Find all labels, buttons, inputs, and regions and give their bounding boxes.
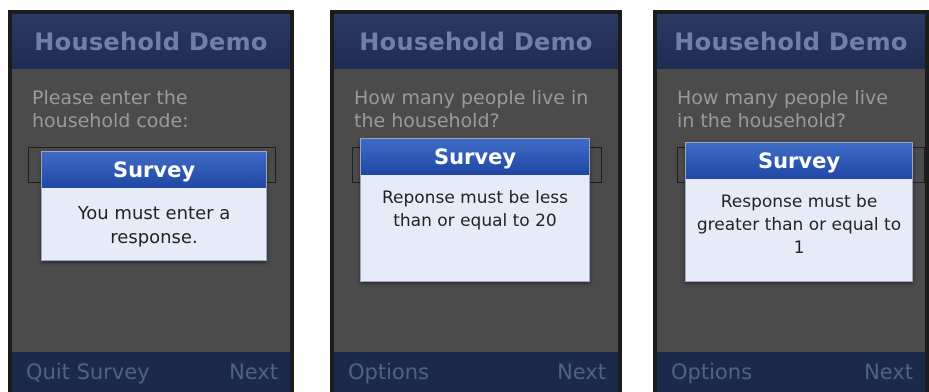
screen-content: Household Demo Please enter the househol…	[12, 14, 290, 392]
dialog-message: You must enter a response.	[77, 203, 231, 248]
alert-dialog[interactable]: Survey You must enter a response.	[41, 151, 267, 261]
screen-title: Household Demo	[12, 14, 290, 69]
screen-title: Household Demo	[334, 14, 618, 69]
phone-screen-3: Household Demo How many people live in t…	[653, 10, 929, 392]
dialog-title: Survey	[361, 139, 589, 175]
dialog-message: Reponse must be less than or equal to 20	[381, 188, 568, 231]
question-prompt: How many people live in the household?	[354, 87, 589, 132]
dialog-title: Survey	[42, 152, 266, 188]
options-softkey[interactable]: Options	[671, 360, 752, 384]
softkey-bar: Options Next	[657, 352, 925, 392]
phone-screen-2: Household Demo How many people live in t…	[330, 10, 622, 392]
next-softkey[interactable]: Next	[864, 360, 913, 384]
question-prompt: Please enter the household code:	[32, 87, 189, 132]
dialog-message: Response must be greater than or equal t…	[696, 192, 902, 258]
softkey-bar: Options Next	[334, 352, 618, 392]
screen-content: Household Demo How many people live in t…	[657, 14, 925, 392]
options-softkey[interactable]: Options	[348, 360, 429, 384]
quit-survey-softkey[interactable]: Quit Survey	[26, 360, 150, 384]
alert-dialog[interactable]: Survey Response must be greater than or …	[685, 142, 913, 282]
softkey-bar: Quit Survey Next	[12, 352, 290, 392]
next-softkey[interactable]: Next	[557, 360, 606, 384]
alert-dialog[interactable]: Survey Reponse must be less than or equa…	[360, 138, 590, 282]
question-prompt: How many people live in the household?	[677, 87, 888, 132]
dialog-title: Survey	[686, 143, 912, 179]
next-softkey[interactable]: Next	[229, 360, 278, 384]
screen-title: Household Demo	[657, 14, 925, 69]
screen-content: Household Demo How many people live in t…	[334, 14, 618, 392]
phone-screen-1: Household Demo Please enter the househol…	[8, 10, 294, 392]
